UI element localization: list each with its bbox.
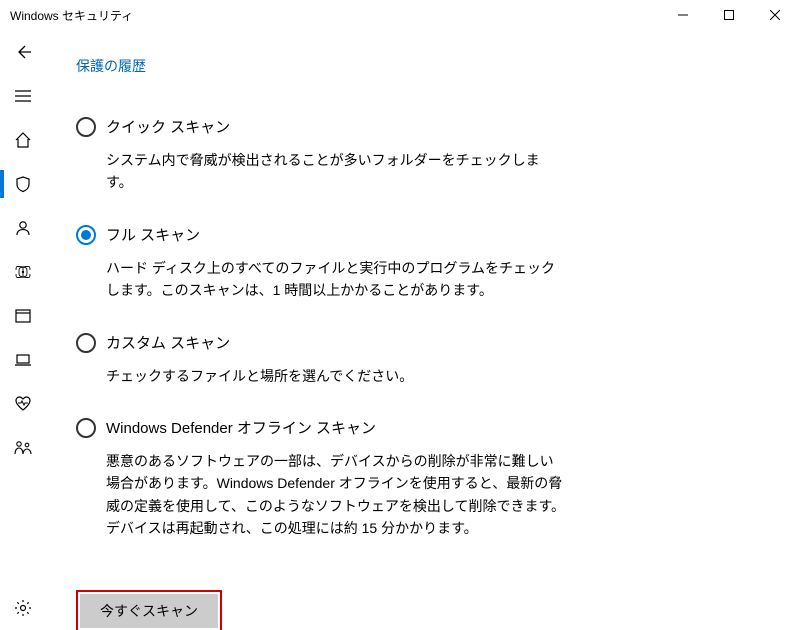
- nav-app-browser[interactable]: [0, 294, 46, 338]
- option-body: クイック スキャン システム内で脅威が検出されることが多いフォルダーをチェックし…: [106, 116, 566, 194]
- maximize-button[interactable]: [706, 0, 752, 30]
- option-desc: ハード ディスク上のすべてのファイルと実行中のプログラムをチェックします。このス…: [106, 257, 566, 302]
- nav-home[interactable]: [0, 118, 46, 162]
- person-icon: [14, 219, 32, 237]
- radio-offline-scan[interactable]: [76, 418, 96, 438]
- option-body: フル スキャン ハード ディスク上のすべてのファイルと実行中のプログラムをチェッ…: [106, 224, 566, 302]
- menu-button[interactable]: [0, 74, 46, 118]
- window-title: Windows セキュリティ: [10, 7, 660, 24]
- nav-virus-protection[interactable]: [0, 162, 46, 206]
- option-body: カスタム スキャン チェックするファイルと場所を選んでください。: [106, 332, 566, 387]
- radio-quick-scan[interactable]: [76, 117, 96, 137]
- option-quick-scan[interactable]: クイック スキャン システム内で脅威が検出されることが多いフォルダーをチェックし…: [76, 116, 768, 194]
- minimize-button[interactable]: [660, 0, 706, 30]
- back-arrow-icon: [14, 43, 32, 61]
- option-title: カスタム スキャン: [106, 332, 566, 353]
- window-controls: [660, 0, 798, 30]
- option-body: Windows Defender オフライン スキャン 悪意のあるソフトウェアの…: [106, 417, 566, 540]
- laptop-icon: [14, 351, 32, 369]
- hamburger-icon: [14, 87, 32, 105]
- heart-icon: [14, 395, 32, 413]
- close-button[interactable]: [752, 0, 798, 30]
- gear-icon: [14, 599, 32, 617]
- option-desc: チェックするファイルと場所を選んでください。: [106, 365, 566, 387]
- main-content: 保護の履歴 クイック スキャン システム内で脅威が検出されることが多いフォルダー…: [46, 30, 798, 630]
- radio-full-scan[interactable]: [76, 225, 96, 245]
- shield-icon: [14, 175, 32, 193]
- nav-device-performance[interactable]: [0, 382, 46, 426]
- family-icon: [13, 439, 33, 457]
- home-icon: [14, 131, 32, 149]
- close-icon: [770, 10, 780, 20]
- option-desc: 悪意のあるソフトウェアの一部は、デバイスからの削除が非常に難しい場合があります。…: [106, 450, 566, 540]
- back-button[interactable]: [0, 30, 46, 74]
- option-custom-scan[interactable]: カスタム スキャン チェックするファイルと場所を選んでください。: [76, 332, 768, 387]
- scan-now-button[interactable]: 今すぐスキャン: [80, 594, 218, 628]
- option-title: フル スキャン: [106, 224, 566, 245]
- titlebar: Windows セキュリティ: [0, 0, 798, 30]
- scan-now-highlight: 今すぐスキャン: [76, 590, 222, 630]
- option-desc: システム内で脅威が検出されることが多いフォルダーをチェックします。: [106, 149, 566, 194]
- nav-firewall[interactable]: [0, 250, 46, 294]
- network-icon: [13, 263, 33, 281]
- option-title: クイック スキャン: [106, 116, 566, 137]
- radio-custom-scan[interactable]: [76, 333, 96, 353]
- maximize-icon: [724, 10, 734, 20]
- nav-rail: [0, 30, 46, 630]
- option-title: Windows Defender オフライン スキャン: [106, 417, 566, 438]
- option-full-scan[interactable]: フル スキャン ハード ディスク上のすべてのファイルと実行中のプログラムをチェッ…: [76, 224, 768, 302]
- nav-device-security[interactable]: [0, 338, 46, 382]
- nav-family-options[interactable]: [0, 426, 46, 470]
- protection-history-link[interactable]: 保護の履歴: [76, 56, 768, 76]
- nav-account-protection[interactable]: [0, 206, 46, 250]
- minimize-icon: [678, 10, 688, 20]
- option-offline-scan[interactable]: Windows Defender オフライン スキャン 悪意のあるソフトウェアの…: [76, 417, 768, 540]
- nav-settings[interactable]: [0, 586, 46, 630]
- app-window-icon: [14, 307, 32, 325]
